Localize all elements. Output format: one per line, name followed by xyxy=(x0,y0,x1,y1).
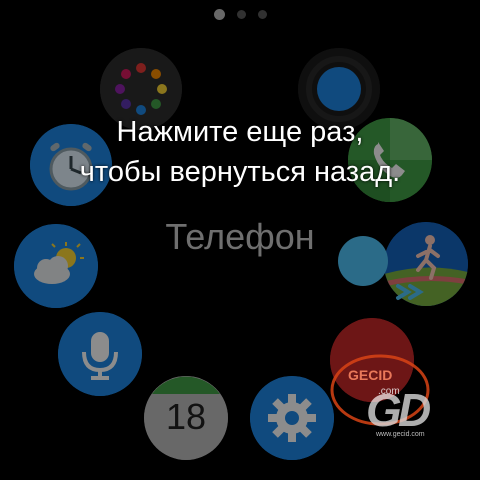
s-voice-app-button[interactable] xyxy=(58,312,142,396)
watermark-logo: GECID .com G D www.gecid.com xyxy=(330,354,431,438)
toast-line-2: чтобы вернуться назад. xyxy=(79,156,401,188)
back-press-toast: Нажмите еще раз, чтобы вернуться назад. xyxy=(0,112,480,192)
watermark-text-small: www.gecid.com xyxy=(375,431,425,438)
page-dot xyxy=(257,10,267,19)
page-dot xyxy=(236,10,246,19)
focused-app-label: Телефон xyxy=(165,216,315,257)
double-chevron-icon[interactable] xyxy=(394,276,430,306)
calendar-date: 18 xyxy=(165,396,207,437)
microphone-icon xyxy=(58,312,142,396)
calendar-app-button[interactable]: 18 xyxy=(144,376,228,460)
svg-text:G: G xyxy=(366,384,402,436)
page-indicator xyxy=(0,9,480,20)
watch-screen: 18 Телефон Нажмите еще раз, чтобы вернут… xyxy=(0,0,480,480)
toast-line-1: Нажмите еще раз, xyxy=(116,116,364,148)
svg-text:D: D xyxy=(398,384,431,436)
watermark-text-top: GECID xyxy=(348,367,392,383)
page-dot-active xyxy=(213,9,225,20)
